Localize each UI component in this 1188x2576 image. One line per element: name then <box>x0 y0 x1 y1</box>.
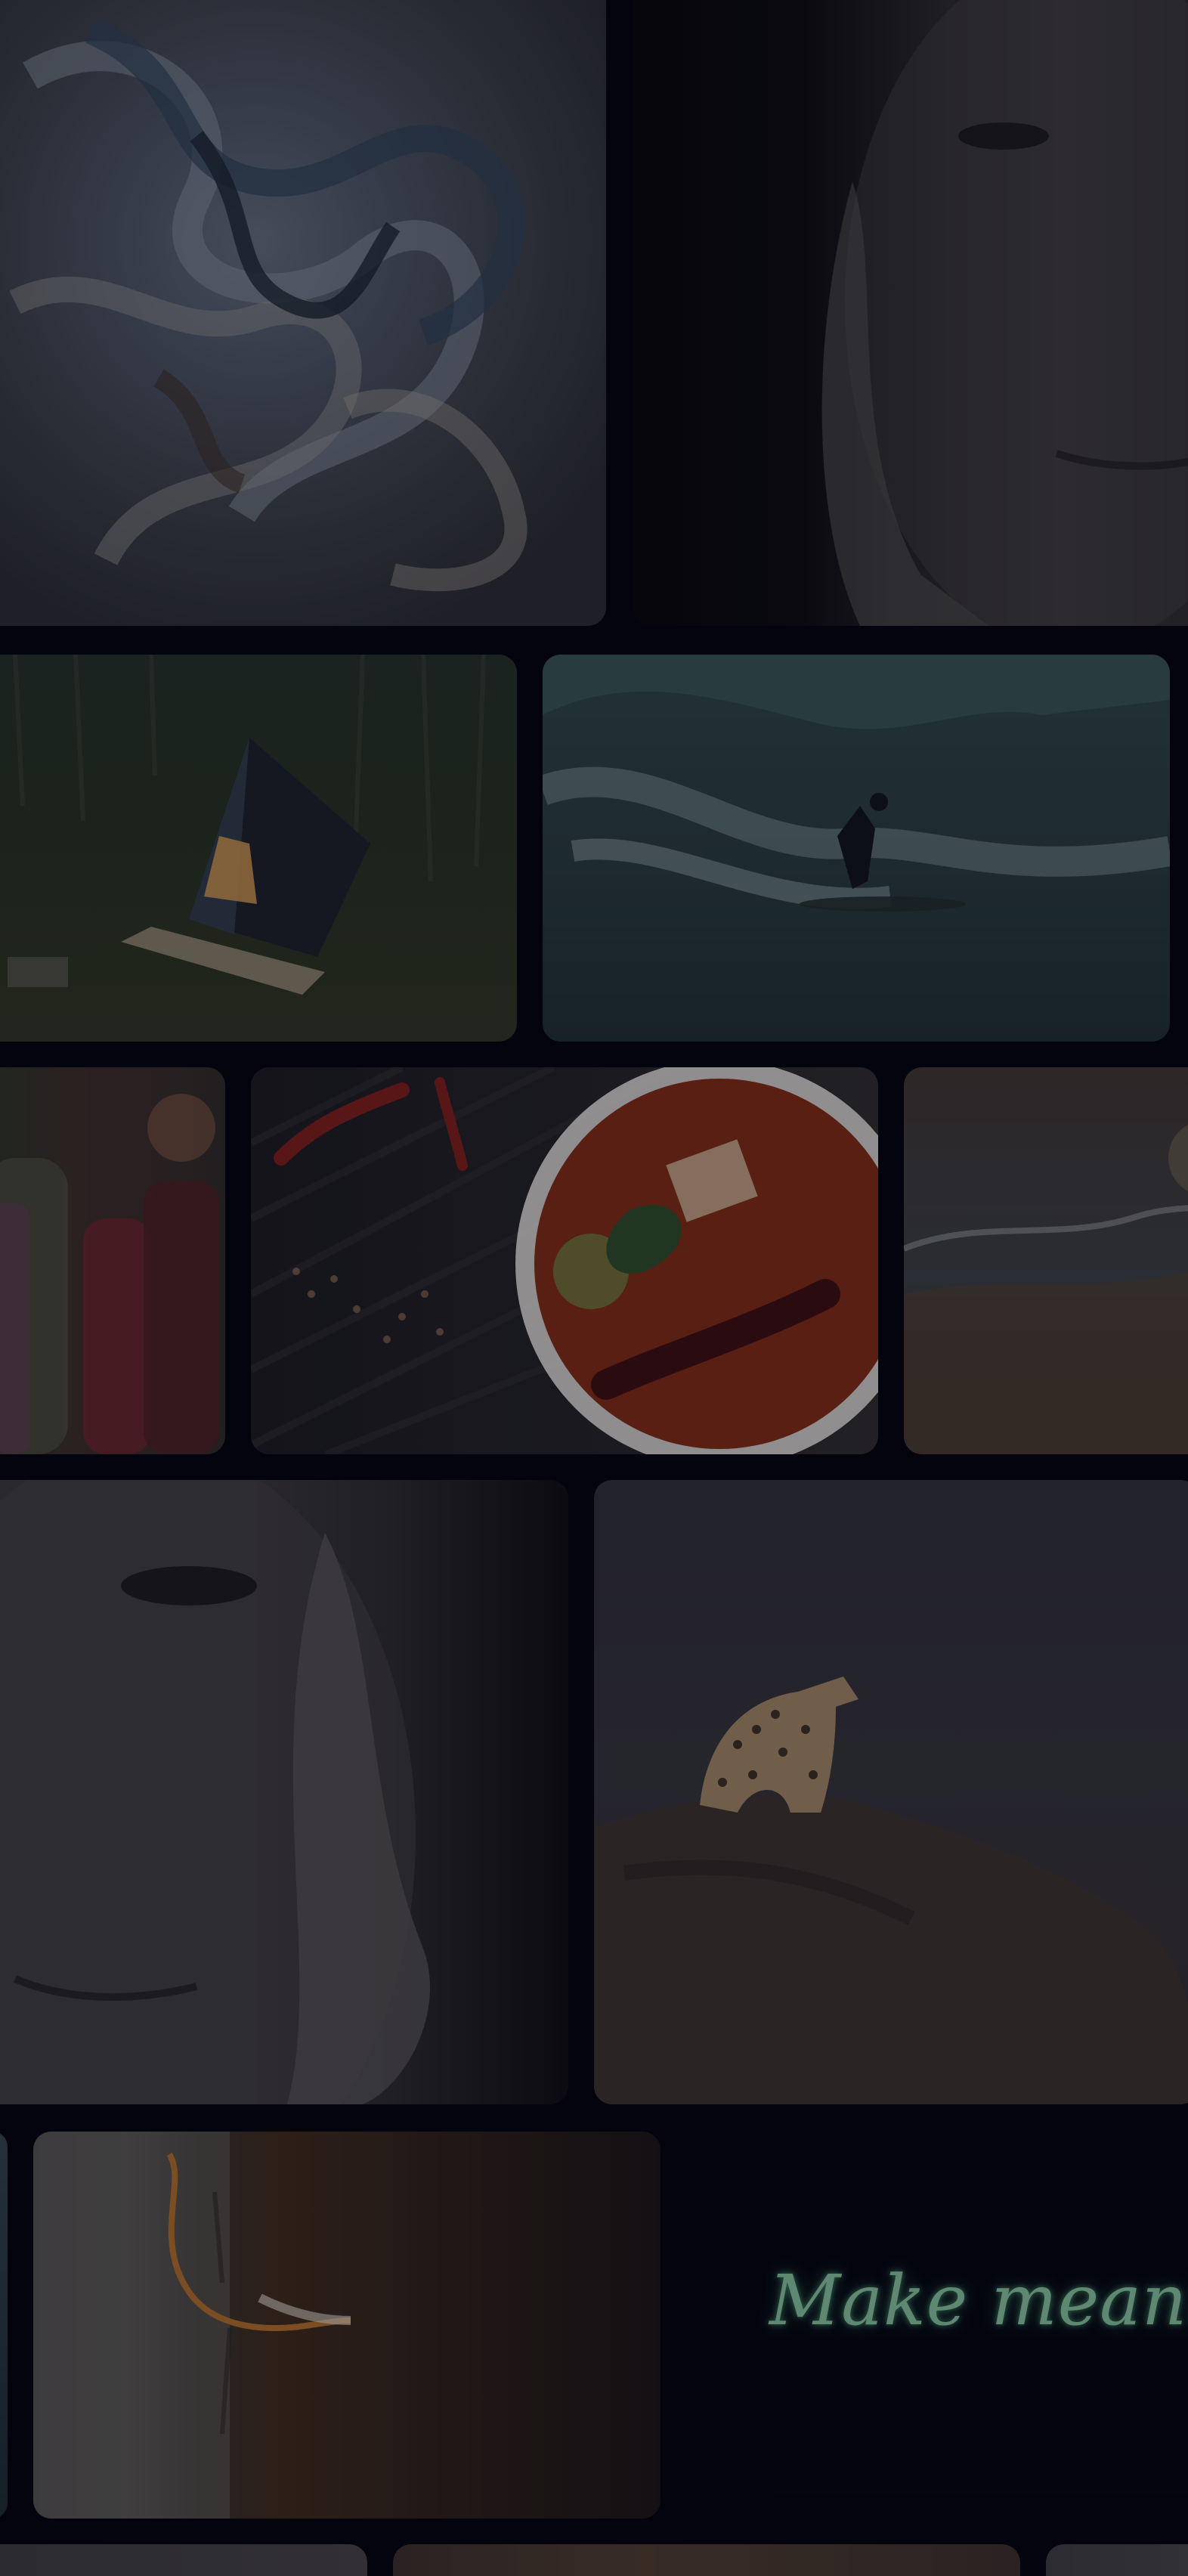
gallery-tile-portrait-closeup[interactable] <box>0 1480 568 2104</box>
gallery-tile-leopard[interactable] <box>594 1480 1188 2104</box>
image-gallery: Make meaning <box>0 0 1188 2576</box>
gallery-tile-birch-rope[interactable] <box>33 2132 661 2519</box>
portrait-closeup-image <box>0 1480 430 2104</box>
birch-rope-image <box>33 2132 351 2519</box>
gallery-tile-neon-sign[interactable]: Make meaning <box>686 2132 1188 2519</box>
beach-image <box>904 1125 1188 1454</box>
gallery-tile-cabin[interactable] <box>0 655 517 1042</box>
gallery-tile-bottom-1[interactable] <box>0 2544 367 2576</box>
surfer-image <box>543 655 1170 912</box>
gallery-tile-bottom-2[interactable] <box>393 2544 1020 2576</box>
people-image <box>0 1094 219 1454</box>
gallery-tile-partial[interactable] <box>0 2132 8 2519</box>
neon-sign-text: Make meaning <box>769 2260 1188 2341</box>
abstract-swirl-image <box>9 17 527 592</box>
gallery-tile-abstract-swirl[interactable] <box>0 0 606 626</box>
portrait-image <box>821 0 1188 626</box>
leopard-image <box>594 1677 1188 2104</box>
gallery-tile-curry[interactable] <box>251 1067 878 1454</box>
gallery-tile-portrait[interactable] <box>633 0 1188 626</box>
cabin-image <box>8 655 486 995</box>
gallery-tile-people[interactable] <box>0 1067 225 1454</box>
gallery-tile-beach[interactable] <box>904 1067 1188 1454</box>
gallery-tile-surfer[interactable] <box>543 655 1170 1042</box>
gallery-tile-bottom-3[interactable] <box>1046 2544 1188 2576</box>
curry-image <box>251 1067 878 1454</box>
